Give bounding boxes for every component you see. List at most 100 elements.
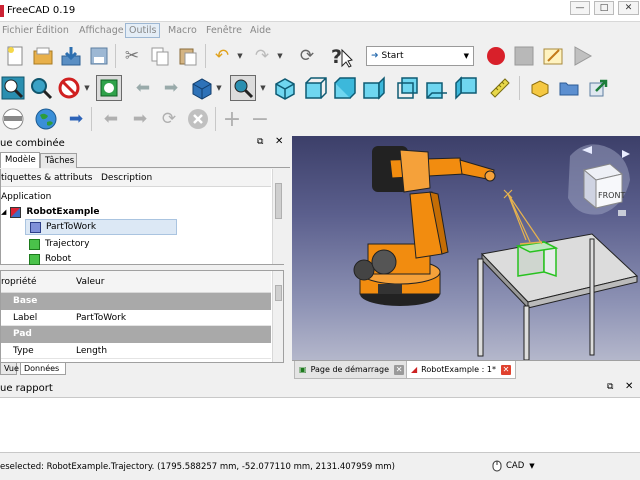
std-views-dropdown-icon[interactable]: ▼	[214, 75, 224, 101]
tree-scrollbar[interactable]	[272, 169, 284, 264]
left-view-icon[interactable]	[453, 75, 479, 101]
property-scrollbar[interactable]	[272, 271, 283, 362]
3d-viewport[interactable]: FRONT	[292, 136, 640, 360]
menu-bar: Fichier Édition Affichage Outils Macro F…	[0, 22, 640, 40]
tree-document[interactable]: ◢ RobotExample	[1, 204, 99, 220]
zoom-out-icon[interactable]: −	[247, 106, 273, 132]
tab-robot-example[interactable]: ◢ RobotExample : 1* ✕	[406, 361, 516, 379]
top-view-icon[interactable]	[332, 75, 358, 101]
front-view-icon[interactable]	[303, 75, 329, 101]
macro-combo[interactable]: ➜ Start ▼	[366, 46, 474, 66]
measure-icon[interactable]	[487, 75, 513, 101]
tree-item-parttowork[interactable]: PartToWork	[25, 219, 177, 235]
tab-modele[interactable]: Modèle	[0, 152, 40, 168]
tree-column-labels[interactable]: tiquettes & attributs	[1, 173, 92, 183]
part-to-work-model[interactable]	[515, 240, 559, 278]
menu-fichier[interactable]: Fichier	[2, 25, 33, 36]
nav-forward-icon[interactable]: ➡	[127, 106, 153, 132]
tab-vue[interactable]: Vue	[0, 363, 19, 375]
maximize-button[interactable]: □	[594, 1, 614, 15]
tree-root[interactable]: Application	[1, 189, 51, 205]
navigation-cube[interactable]: FRONT	[568, 144, 630, 216]
property-row-label[interactable]: Label PartToWork	[1, 310, 271, 326]
edit-macro-icon[interactable]	[540, 43, 566, 69]
nav-refresh-icon[interactable]: ⟳	[156, 106, 182, 132]
cut-icon[interactable]: ✂	[119, 43, 145, 69]
property-group-pad[interactable]: Pad	[1, 326, 271, 343]
trajectory-path[interactable]	[503, 189, 543, 245]
nav-stop-icon[interactable]	[185, 106, 211, 132]
menu-fenetre[interactable]: Fenêtre	[206, 25, 242, 36]
tab-donnees[interactable]: Données	[20, 363, 66, 375]
fit-all-icon[interactable]	[0, 75, 26, 101]
tab-start-page[interactable]: ▣ Page de démarrage ✕	[294, 361, 410, 379]
whats-this-icon[interactable]: ?	[328, 43, 354, 69]
web-icon[interactable]	[0, 106, 26, 132]
report-output[interactable]	[0, 397, 640, 453]
menu-outils[interactable]: Outils	[125, 23, 161, 38]
menu-edition[interactable]: Édition	[36, 25, 69, 36]
close-panel-icon[interactable]: ✕	[275, 136, 283, 147]
close-tab-icon[interactable]: ✕	[394, 364, 405, 375]
window-title: FreeCAD 0.19	[7, 5, 76, 16]
save-as-icon[interactable]	[86, 43, 112, 69]
navigation-style-selector[interactable]: CAD ▼	[492, 460, 535, 472]
tree-item-robot[interactable]: Robot	[29, 251, 71, 267]
folder-icon[interactable]	[556, 75, 582, 101]
property-scroll-thumb[interactable]	[275, 285, 282, 301]
menu-macro[interactable]: Macro	[168, 25, 197, 36]
property-row-type[interactable]: Type Length	[1, 343, 271, 359]
report-view-header: ue rapport ⧉ ✕	[0, 381, 640, 397]
tree-column-description[interactable]: Description	[101, 173, 152, 183]
refresh-icon[interactable]: ⟳	[294, 43, 320, 69]
close-report-icon[interactable]: ✕	[625, 381, 633, 392]
tree-scroll-thumb[interactable]	[275, 183, 282, 219]
float-report-icon[interactable]: ⧉	[607, 382, 613, 392]
new-document-icon[interactable]	[2, 43, 28, 69]
menu-aide[interactable]: Aide	[250, 25, 271, 36]
menu-affichage[interactable]: Affichage	[79, 25, 124, 36]
part-icon[interactable]	[527, 75, 553, 101]
redo-icon[interactable]: ↷	[249, 43, 275, 69]
table-model[interactable]	[477, 233, 639, 360]
nav-back-icon[interactable]: ⬅	[98, 106, 124, 132]
property-group-base[interactable]: Base	[1, 293, 271, 310]
copy-icon[interactable]	[147, 43, 173, 69]
draw-style-dropdown-icon[interactable]: ▼	[82, 75, 92, 101]
run-macro-icon[interactable]	[569, 43, 595, 69]
paste-icon[interactable]	[175, 43, 201, 69]
zoom-dropdown-icon[interactable]: ▼	[258, 75, 268, 101]
stop-macro-icon[interactable]	[511, 43, 537, 69]
zoom-icon[interactable]	[230, 75, 256, 101]
undo-dropdown-icon[interactable]: ▼	[235, 43, 245, 69]
isometric-icon[interactable]	[272, 75, 298, 101]
close-tab-icon[interactable]: ✕	[500, 364, 511, 375]
toolbar-row-1: ✂ ↶ ▼ ↷ ▼ ⟳ ? ➜ Start ▼	[0, 40, 640, 72]
float-panel-icon[interactable]: ⧉	[257, 137, 263, 147]
fit-selection-icon[interactable]	[28, 75, 54, 101]
combined-view-header: ue combinée ⧉ ✕	[0, 136, 290, 152]
globe-icon[interactable]	[33, 106, 59, 132]
std-views-icon[interactable]	[189, 75, 215, 101]
undo-icon[interactable]: ↶	[209, 43, 235, 69]
redo-dropdown-icon[interactable]: ▼	[275, 43, 285, 69]
bottom-view-icon[interactable]	[424, 75, 450, 101]
collapse-icon[interactable]: ◢	[1, 208, 6, 216]
minimize-button[interactable]: —	[570, 1, 590, 15]
tree-item-trajectory[interactable]: Trajectory	[29, 236, 89, 252]
open-icon[interactable]	[30, 43, 56, 69]
zoom-in-icon[interactable]: +	[219, 106, 245, 132]
go-icon[interactable]: ➡	[63, 106, 89, 132]
save-icon[interactable]	[58, 43, 84, 69]
robot-model[interactable]	[353, 146, 496, 306]
rear-view-icon[interactable]	[395, 75, 421, 101]
draw-style-icon[interactable]	[56, 75, 82, 101]
bounding-box-icon[interactable]	[96, 75, 122, 101]
record-macro-icon[interactable]	[483, 43, 509, 69]
link-icon[interactable]	[585, 75, 611, 101]
tab-taches[interactable]: Tâches	[40, 153, 77, 168]
right-view-icon[interactable]	[361, 75, 387, 101]
forward-icon[interactable]: ➡	[158, 75, 184, 101]
close-window-button[interactable]: ✕	[618, 1, 639, 15]
back-icon[interactable]: ⬅	[130, 75, 156, 101]
